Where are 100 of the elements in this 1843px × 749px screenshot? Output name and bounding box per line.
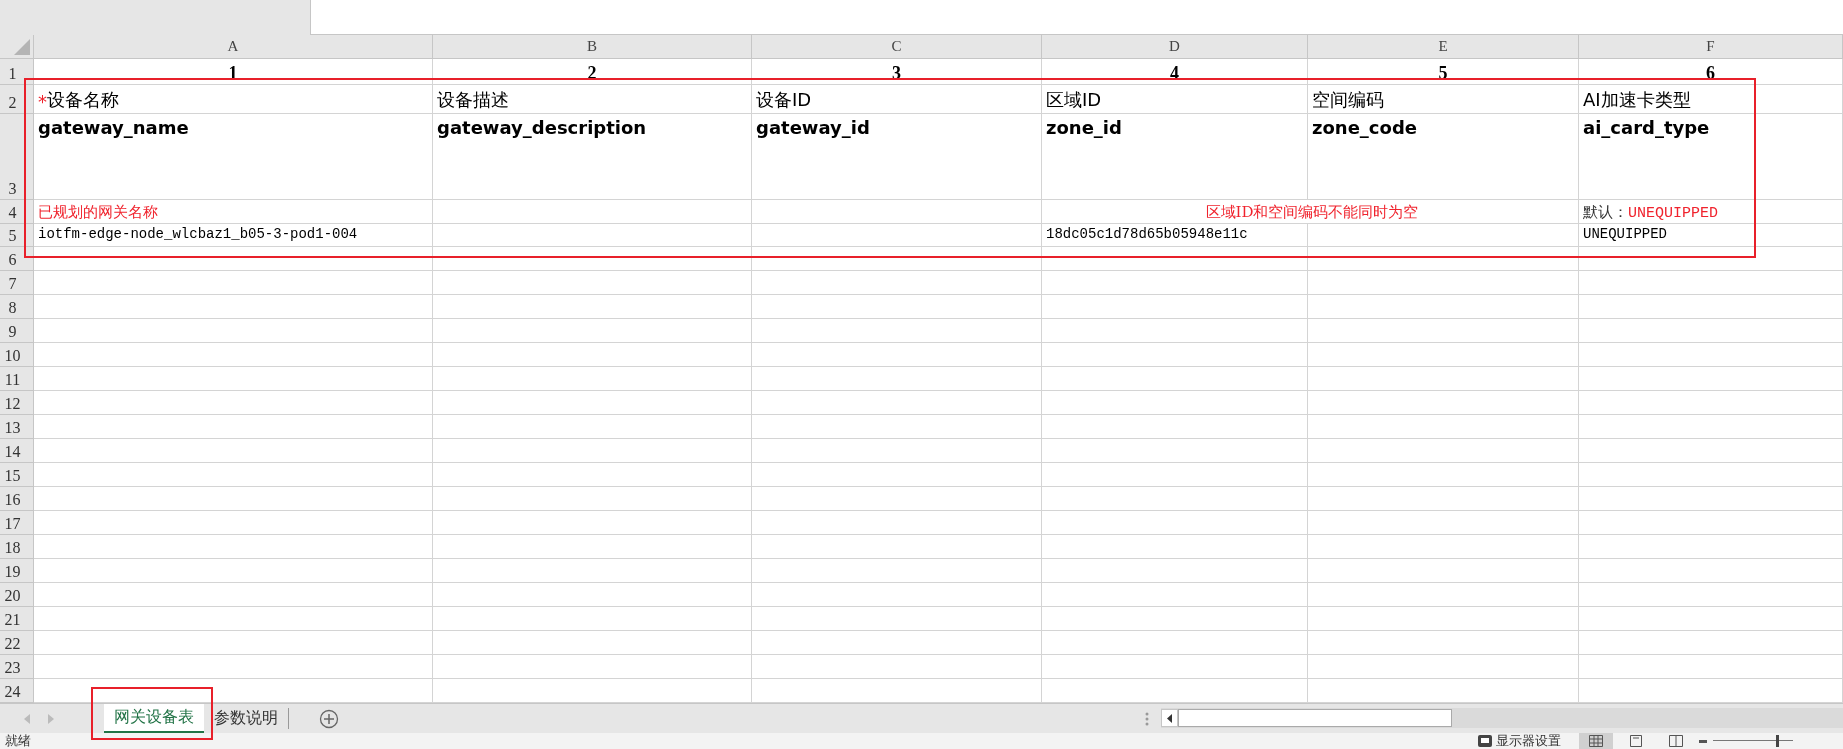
row-header[interactable]: 5 [0,224,34,247]
empty-cell[interactable] [1308,511,1579,535]
empty-cell[interactable] [752,655,1042,679]
row-header[interactable]: 23 [0,655,34,679]
empty-cell[interactable] [433,607,752,631]
empty-cell[interactable] [1579,535,1843,559]
empty-cell[interactable] [752,343,1042,367]
empty-cell[interactable] [1308,319,1579,343]
horizontal-scrollbar[interactable] [1161,708,1843,728]
table-cell[interactable]: 区域ID和空间编码不能同时为空 [1042,200,1579,224]
empty-cell[interactable] [1042,295,1308,319]
sheet-tab[interactable]: 参数说明 [204,708,289,729]
row-header[interactable]: 16 [0,487,34,511]
empty-cell[interactable] [1579,415,1843,439]
empty-cell[interactable] [433,439,752,463]
row-header[interactable]: 20 [0,583,34,607]
empty-cell[interactable] [1308,535,1579,559]
empty-cell[interactable] [1042,607,1308,631]
empty-cell[interactable] [752,271,1042,295]
table-cell[interactable]: 已规划的网关名称 [34,200,433,224]
table-cell[interactable]: 设备ID [752,85,1042,114]
empty-cell[interactable] [1042,655,1308,679]
empty-cell[interactable] [752,607,1042,631]
table-cell[interactable]: 区域ID [1042,85,1308,114]
empty-cell[interactable] [1579,439,1843,463]
row-header[interactable]: 22 [0,631,34,655]
empty-cell[interactable] [1308,487,1579,511]
empty-cell[interactable] [433,247,752,271]
empty-cell[interactable] [1042,463,1308,487]
page-layout-icon[interactable] [1630,735,1642,747]
empty-cell[interactable] [752,367,1042,391]
empty-cell[interactable] [433,463,752,487]
row-header[interactable]: 1 [0,59,34,85]
table-cell[interactable]: zone_id [1042,114,1308,200]
table-cell[interactable]: iotfm-edge-node_wlcbaz1_b05-3-pod1-004 [34,224,433,247]
empty-cell[interactable] [1579,583,1843,607]
table-cell[interactable]: gateway_id [752,114,1042,200]
empty-cell[interactable] [752,415,1042,439]
empty-cell[interactable] [1042,367,1308,391]
row-header[interactable]: 17 [0,511,34,535]
empty-cell[interactable] [433,200,752,224]
row-header[interactable]: 13 [0,415,34,439]
empty-cell[interactable] [752,535,1042,559]
empty-cell[interactable] [1042,247,1308,271]
column-header[interactable]: B [433,35,752,59]
empty-cell[interactable] [1308,559,1579,583]
sheet-tab[interactable]: 网关设备表 [104,704,204,733]
empty-cell[interactable] [1308,631,1579,655]
add-sheet-icon[interactable] [319,708,339,729]
empty-cell[interactable] [1042,583,1308,607]
table-cell[interactable]: 空间编码 [1308,85,1579,114]
row-header[interactable]: 24 [0,679,34,703]
empty-cell[interactable] [752,391,1042,415]
empty-cell[interactable] [1308,343,1579,367]
empty-cell[interactable] [433,295,752,319]
empty-cell[interactable] [1579,463,1843,487]
table-cell[interactable]: ai_card_type [1579,114,1843,200]
empty-cell[interactable] [1042,631,1308,655]
row-header[interactable]: 3 [0,114,34,200]
table-cell[interactable]: *设备名称 [34,85,433,114]
empty-cell[interactable] [752,631,1042,655]
table-cell[interactable]: AI加速卡类型 [1579,85,1843,114]
table-cell[interactable]: gateway_description [433,114,752,200]
empty-cell[interactable] [1579,511,1843,535]
empty-cell[interactable] [433,655,752,679]
row-header[interactable]: 4 [0,200,34,224]
triangle-icon[interactable] [14,39,30,55]
empty-cell[interactable] [1579,655,1843,679]
empty-cell[interactable] [1579,271,1843,295]
splitter-icon[interactable] [1145,711,1149,726]
empty-cell[interactable] [433,391,752,415]
table-cell[interactable]: 4 [1042,59,1308,85]
select-all-corner[interactable] [0,35,34,59]
empty-cell[interactable] [433,487,752,511]
empty-cell[interactable] [1579,295,1843,319]
table-cell[interactable]: UNEQUIPPED [1579,224,1843,247]
empty-cell[interactable] [1579,487,1843,511]
empty-cell[interactable] [1308,367,1579,391]
empty-cell[interactable] [1042,271,1308,295]
scroll-right-icon[interactable] [48,713,54,724]
empty-cell[interactable] [433,319,752,343]
empty-cell[interactable] [433,583,752,607]
normal-view-button[interactable] [1579,733,1613,749]
row-header[interactable]: 11 [0,367,34,391]
empty-cell[interactable] [752,247,1042,271]
empty-cell[interactable] [1042,415,1308,439]
display-settings-button[interactable]: 显示器设置 [1496,733,1561,749]
zoom-out-icon[interactable] [1699,739,1707,743]
empty-cell[interactable] [752,224,1042,247]
empty-cell[interactable] [433,367,752,391]
table-cell[interactable]: zone_code [1308,114,1579,200]
empty-cell[interactable] [433,415,752,439]
empty-cell[interactable] [752,487,1042,511]
empty-cell[interactable] [1042,343,1308,367]
empty-cell[interactable] [752,583,1042,607]
empty-cell[interactable] [433,224,752,247]
row-header[interactable]: 6 [0,247,34,271]
empty-cell[interactable] [1308,224,1579,247]
row-header[interactable]: 19 [0,559,34,583]
row-header[interactable]: 8 [0,295,34,319]
